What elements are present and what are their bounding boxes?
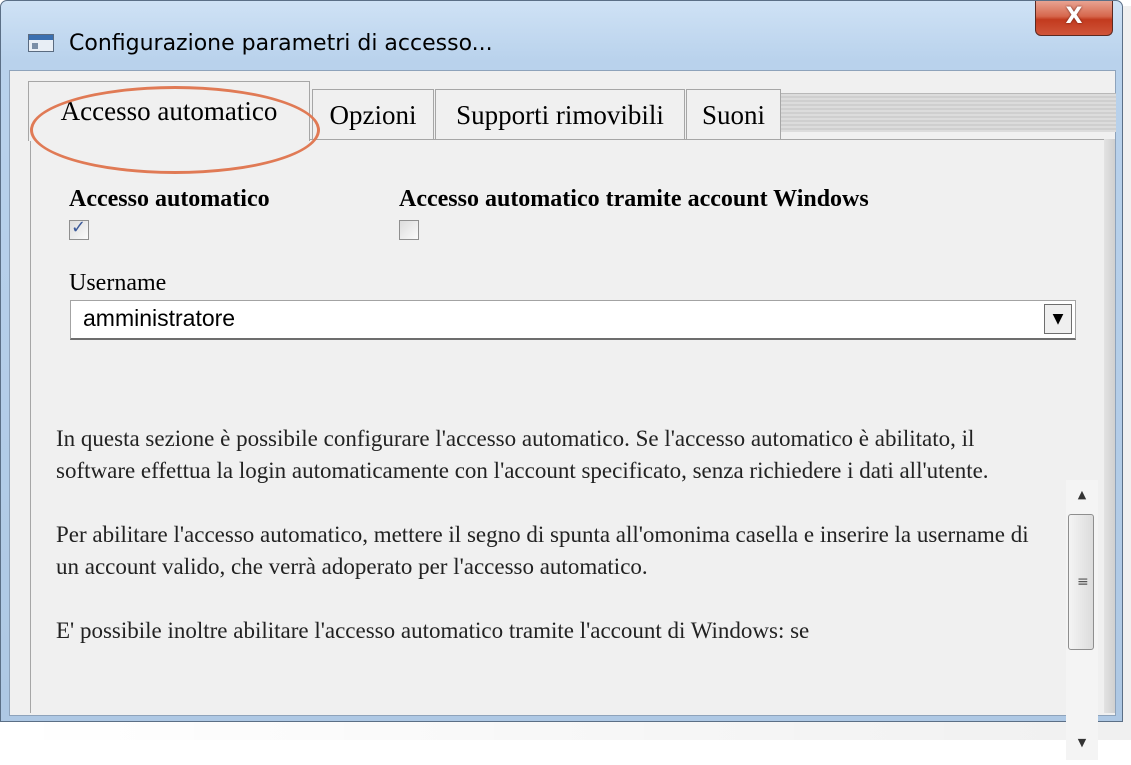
scroll-up-icon[interactable]: ▲	[1066, 480, 1098, 510]
scroll-down-icon[interactable]: ▼	[1066, 728, 1098, 758]
description-text: In questa sezione è possibile configurar…	[56, 423, 1056, 765]
username-value: amministratore	[83, 305, 236, 331]
window-title: Configurazione parametri di accesso...	[69, 31, 493, 56]
windows-account-checkbox[interactable]	[399, 220, 419, 240]
tab-suoni[interactable]: Suoni	[686, 89, 781, 139]
app-window-icon	[28, 34, 54, 52]
auto-access-checkbox[interactable]	[69, 217, 89, 240]
username-combobox[interactable]: amministratore ▼	[70, 300, 1076, 340]
username-label: Username	[69, 270, 167, 296]
panel-edge	[1104, 139, 1115, 713]
client-area: Accesso automatico Opzioni Supporti rimo…	[9, 70, 1116, 760]
scroll-thumb[interactable]: ≡	[1068, 514, 1094, 650]
dialog-window: Configurazione parametri di accesso... X…	[0, 0, 1123, 760]
auto-access-label: Accesso automatico	[69, 186, 270, 212]
description-paragraph: In questa sezione è possibile configurar…	[56, 426, 989, 483]
title-bar[interactable]: Configurazione parametri di accesso... X	[1, 1, 1122, 71]
description-paragraph: E' possibile inoltre abilitare l'accesso…	[56, 618, 810, 643]
description-scrollbar[interactable]: ▲ ≡ ▼	[1066, 480, 1098, 760]
close-button[interactable]: X	[1035, 1, 1113, 36]
grip-icon: ≡	[1077, 574, 1089, 590]
tab-accesso-automatico[interactable]: Accesso automatico	[28, 81, 310, 141]
windows-account-label: Accesso automatico tramite account Windo…	[399, 186, 869, 212]
tab-opzioni[interactable]: Opzioni	[312, 89, 434, 139]
tab-supporti-rimovibili[interactable]: Supporti rimovibili	[435, 89, 685, 139]
tab-strip-filler	[781, 93, 1116, 132]
description-paragraph: Per abilitare l'accesso automatico, mett…	[56, 522, 1029, 579]
dropdown-arrow-icon[interactable]: ▼	[1044, 304, 1072, 334]
